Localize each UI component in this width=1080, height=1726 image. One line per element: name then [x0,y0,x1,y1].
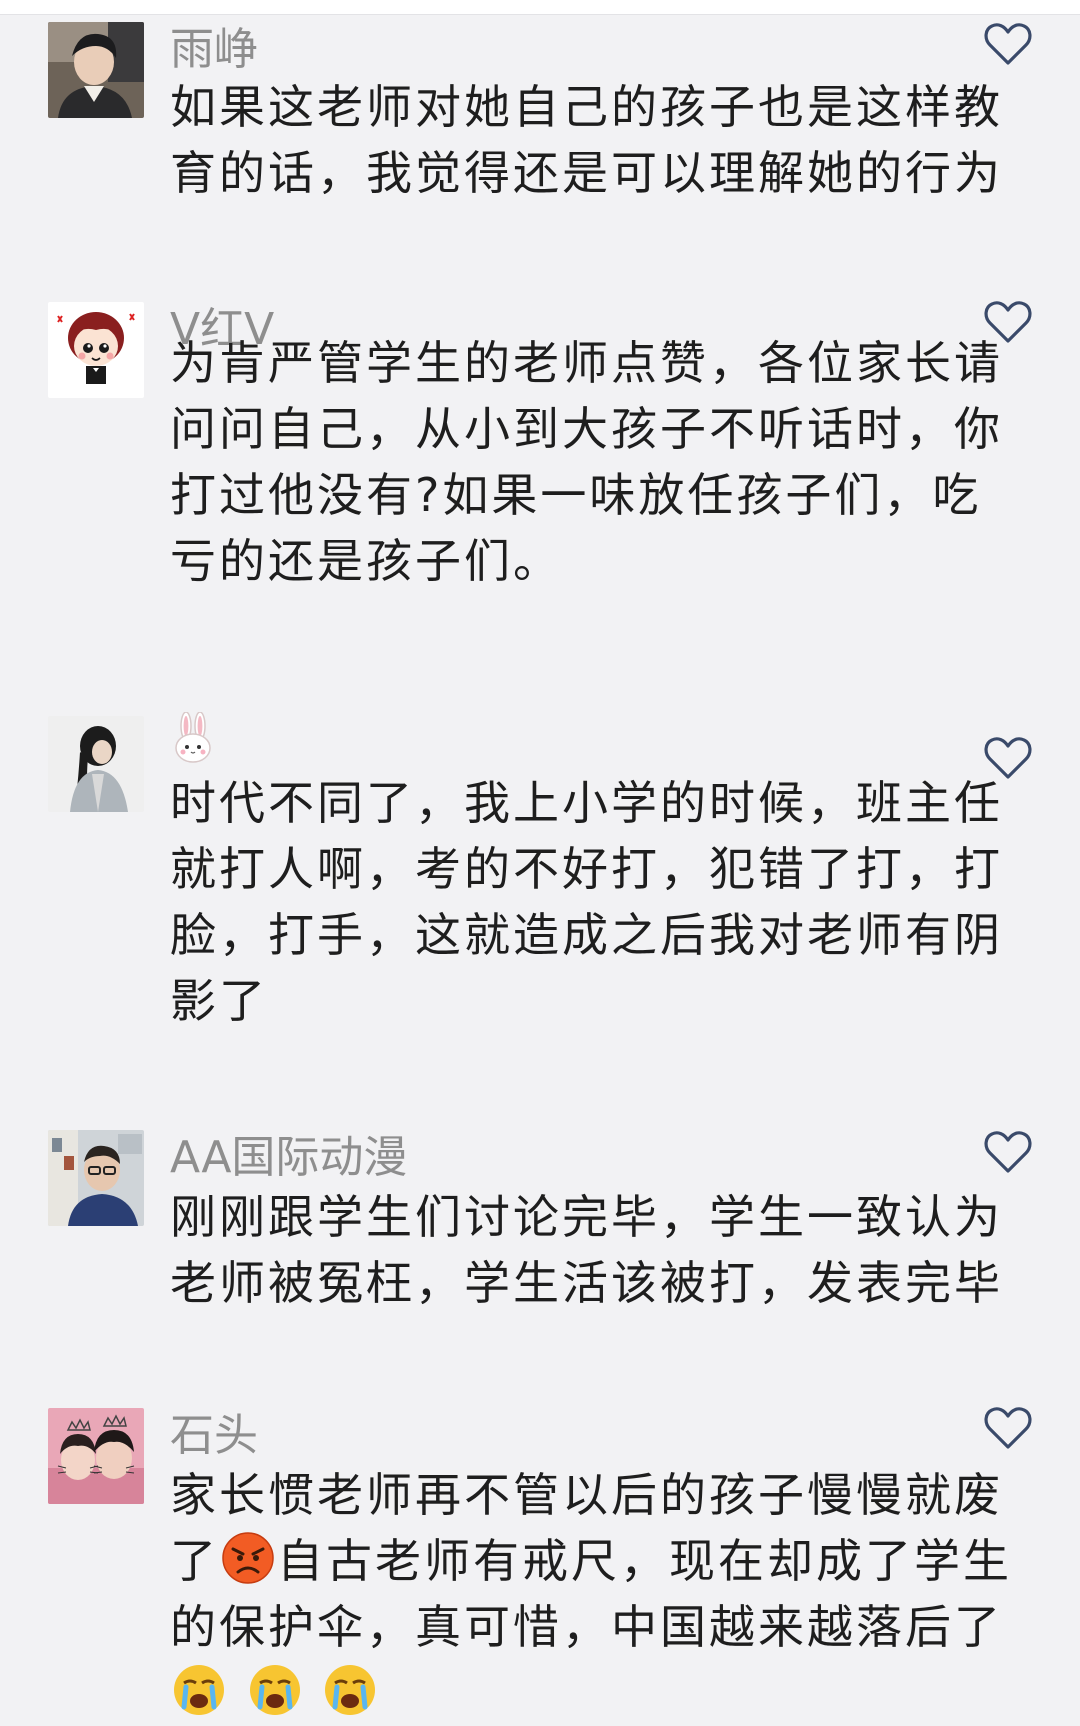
username[interactable]: AA国际动漫 [170,1130,407,1186]
heart-outline-icon [984,23,1032,65]
avatar[interactable] [48,716,144,812]
heart-outline-icon [984,1131,1032,1173]
comment-line: 亏的还是孩子们。 [170,534,562,588]
comment-line: 问问自己，从小到大孩子不听话时，你 [170,402,1003,456]
comment-line: 时代不同了，我上小学的时候，班主任 [170,776,1003,830]
crying-face-emoji-icon [174,1665,224,1715]
comment-line: 刚刚跟学生们讨论完毕，学生一致认为 [170,1190,1003,1244]
comment-line: 脸，打手，这就造成之后我对老师有阴 [170,908,1003,962]
comment-line: 的保护伞，真可惜，中国越来越落后了 [170,1600,1003,1654]
username[interactable] [170,711,216,778]
comment-line: 育的话，我觉得还是可以理解她的行为 [170,146,1003,200]
comment-line: 家长惯老师再不管以后的孩子慢慢就废 [170,1468,1003,1522]
username[interactable]: 雨峥 [170,22,258,78]
comment-fragment: 了 [170,1534,219,1588]
heart-outline-icon [984,1407,1032,1449]
like-button[interactable] [984,22,1032,66]
comment-text: 为肯严管学生的老师点赞，各位家长请 问问自己，从小到大孩子不听话时，你 打过他没… [170,330,1026,594]
comment-line: 如果这老师对她自己的孩子也是这样教 [170,80,1003,134]
comment-text: 家长惯老师再不管以后的孩子慢慢就废 了 自古老师有戒尺，现在却成了学生 的保护伞… [170,1462,1050,1720]
comment-text: 如果这老师对她自己的孩子也是这样教 育的话，我觉得还是可以理解她的行为 [170,74,1026,206]
top-bar-edge [0,0,1080,15]
comment-line: 老师被冤枉，学生活该被打，发表完毕 [170,1256,1003,1310]
angry-face-emoji-icon [222,1532,274,1584]
avatar[interactable] [48,1130,144,1226]
avatar[interactable] [48,302,144,398]
comment-text: 时代不同了，我上小学的时候，班主任 就打人啊，考的不好打，犯错了打，打 脸，打手… [170,770,1026,1034]
like-button[interactable] [984,1130,1032,1174]
comment-text: 刚刚跟学生们讨论完毕，学生一致认为 老师被冤枉，学生活该被打，发表完毕 [170,1184,1026,1316]
avatar[interactable] [48,1408,144,1504]
username[interactable]: 石头 [170,1408,258,1464]
avatar[interactable] [48,22,144,118]
like-button[interactable] [984,1406,1032,1450]
comment-line: 打过他没有?如果一味放任孩子们，吃 [170,468,982,522]
comment-line: 了 自古老师有戒尺，现在却成了学生 [170,1528,1050,1594]
comment-line: 就打人啊，考的不好打，犯错了打，打 [170,842,1003,896]
rabbit-emoji-icon [175,711,211,763]
comment-fragment: 自古老师有戒尺，现在却成了学生 [277,1534,1012,1588]
comment-line: 为肯严管学生的老师点赞，各位家长请 [170,336,1003,390]
crying-face-emoji-icon [325,1665,376,1715]
crying-face-emoji-icon [249,1665,300,1715]
emoji-row [170,1660,1050,1720]
comment-line: 影了 [170,974,268,1028]
